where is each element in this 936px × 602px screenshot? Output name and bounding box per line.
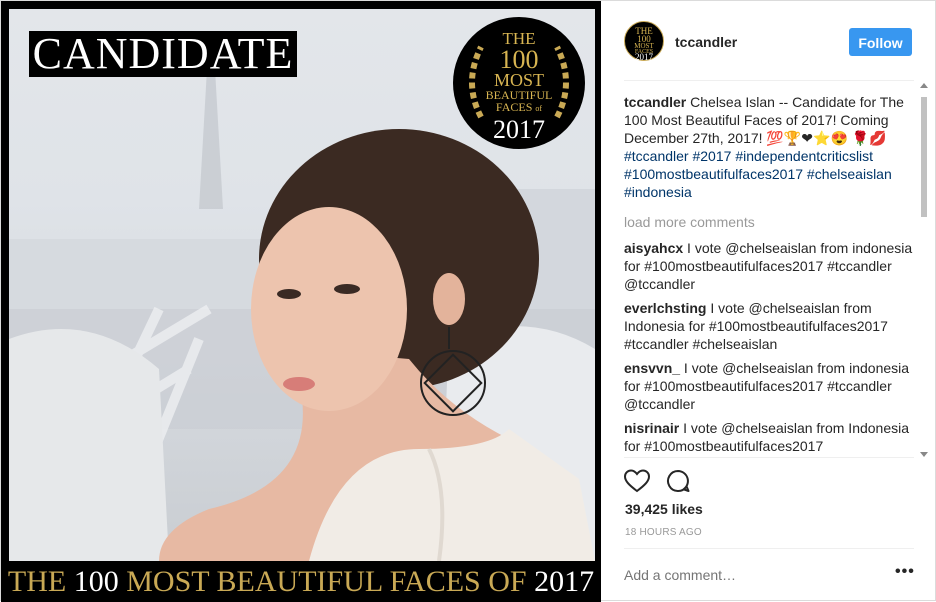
comment-item: aisyahcx I vote @chelseaislan from indon…: [624, 239, 914, 293]
post-header: THE 100 MOST FACES 2017 tccandler Follow: [601, 1, 935, 79]
scroll-down-icon[interactable]: [920, 452, 928, 457]
banner-100: 100: [73, 565, 119, 598]
scroll-up-icon[interactable]: [920, 83, 928, 88]
load-more-comments[interactable]: load more comments: [624, 213, 914, 231]
hashtag-link[interactable]: #independentcriticslist: [735, 148, 873, 164]
avatar[interactable]: THE 100 MOST FACES 2017: [624, 21, 664, 62]
comment-username[interactable]: nisrinair: [624, 420, 679, 436]
comment-username[interactable]: aisyahcx: [624, 240, 683, 256]
divider: [624, 80, 914, 81]
badge-of: of: [535, 104, 543, 113]
hashtag-link[interactable]: #chelseaislan: [807, 166, 892, 182]
hashtag-link[interactable]: #indonesia: [624, 184, 692, 200]
banner-year: 2017: [534, 565, 595, 598]
comments-list: tccandler Chelsea Islan -- Candidate for…: [624, 93, 914, 457]
follow-button[interactable]: Follow: [849, 28, 912, 56]
caption: tccandler Chelsea Islan -- Candidate for…: [624, 93, 914, 201]
post-timestamp[interactable]: 18 HOURS AGO: [625, 527, 702, 538]
hashtag-link[interactable]: #2017: [692, 148, 731, 164]
badge-year: 2017: [493, 115, 545, 144]
badge-beautiful-faces: BEAUTIFUL FACES of: [453, 89, 585, 115]
instagram-post-modal: CANDIDATE THE 100 MOST BEAUTIFUL FACES o…: [0, 0, 936, 602]
divider: [624, 457, 914, 458]
award-badge: THE 100 MOST BEAUTIFUL FACES of 2017: [453, 17, 585, 149]
comment-item: nisrinair I vote @chelseaislan from Indo…: [624, 419, 914, 455]
comment-username[interactable]: ensvvn_: [624, 360, 680, 376]
more-options-button[interactable]: •••: [895, 563, 915, 581]
banner-the: THE: [7, 565, 67, 598]
divider: [624, 548, 914, 549]
post-actions: [624, 467, 724, 495]
badge-faces: FACES: [495, 100, 533, 114]
post-side-panel: THE 100 MOST FACES 2017 tccandler Follow…: [601, 1, 935, 600]
hashtag-link[interactable]: #100mostbeautifulfaces2017: [624, 166, 803, 182]
likes-count[interactable]: 39,425 likes: [625, 501, 703, 517]
comment-username[interactable]: everlchsting: [624, 300, 706, 316]
comment-item: everlchsting I vote @chelseaislan from I…: [624, 299, 914, 353]
scrollbar-thumb[interactable]: [921, 97, 927, 217]
header-username[interactable]: tccandler: [675, 34, 737, 50]
comments-scrollbar[interactable]: [917, 83, 931, 457]
caption-username[interactable]: tccandler: [624, 94, 686, 110]
comment-bubble-icon[interactable]: [666, 469, 690, 493]
banner-text: MOST BEAUTIFUL FACES OF: [126, 565, 527, 598]
like-heart-icon[interactable]: [624, 469, 650, 493]
bottom-banner: THE 100 MOST BEAUTIFUL FACES OF 2017: [1, 561, 601, 602]
comment-item: ensvvn_ I vote @chelseaislan from indone…: [624, 359, 914, 413]
avatar-text-year: 2017: [635, 52, 653, 62]
post-photo[interactable]: CANDIDATE THE 100 MOST BEAUTIFUL FACES o…: [1, 1, 601, 602]
candidate-label: CANDIDATE: [29, 31, 297, 77]
hashtag-link[interactable]: #tccandler: [624, 148, 689, 164]
add-comment-input[interactable]: [624, 566, 884, 584]
